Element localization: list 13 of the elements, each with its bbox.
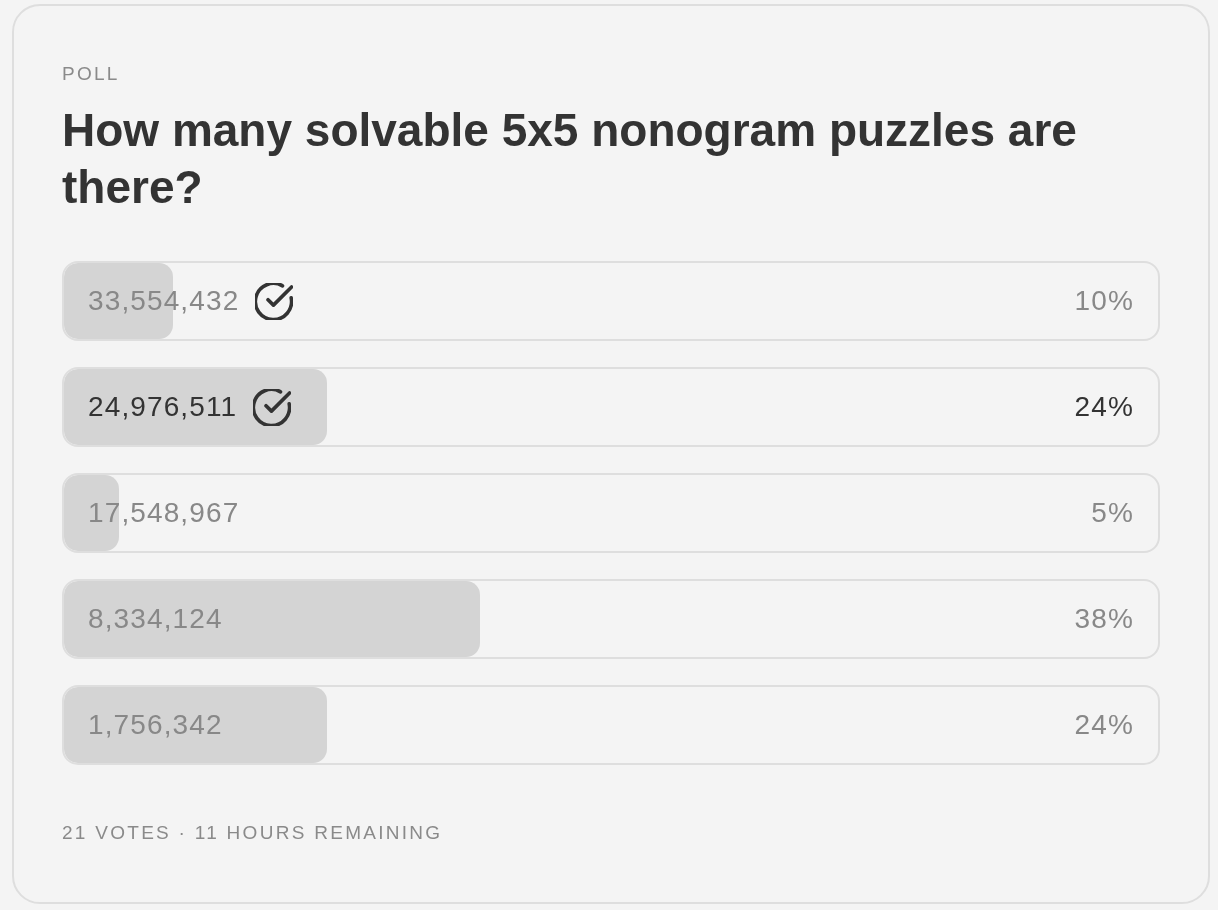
option-label: 33,554,432 (88, 284, 240, 318)
option-label: 1,756,342 (88, 708, 223, 742)
poll-question: How many solvable 5x5 nonogram puzzles are there? (62, 103, 1078, 215)
option-percent: 24% (1074, 390, 1134, 424)
option-label: 24,976,511 (88, 390, 238, 424)
option-percent: 5% (1091, 496, 1134, 530)
poll-label: POLL (62, 62, 120, 86)
option-percent: 24% (1074, 708, 1134, 742)
option-label: 8,334,124 (88, 602, 223, 636)
option-percent: 10% (1074, 284, 1134, 318)
poll-footer: 21 VOTES · 11 HOURS REMAINING (62, 821, 443, 845)
option-percent: 38% (1074, 602, 1134, 636)
option-label: 17,548,967 (88, 496, 240, 530)
